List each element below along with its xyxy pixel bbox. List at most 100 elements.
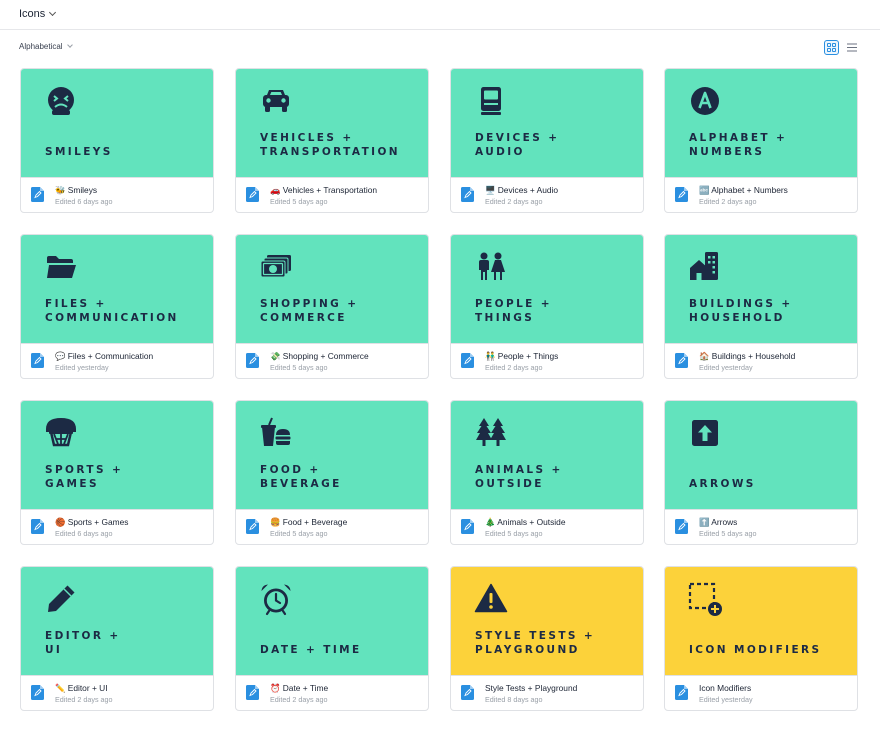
card-thumbnail-title: EDITOR + UI [45, 630, 121, 656]
trees-icon [473, 415, 509, 451]
file-card[interactable]: ARROWS ⬆️ Arrows Edited 5 days ago [664, 400, 858, 545]
figma-file-icon [675, 353, 688, 368]
card-thumbnail-title: PEOPLE + THINGS [475, 298, 553, 324]
card-thumbnail-title: STYLE TESTS + PLAYGROUND [475, 630, 596, 656]
edited-time: Edited 2 days ago [55, 695, 113, 704]
file-name: 💸 Shopping + Commerce [270, 351, 369, 361]
pencil-icon [43, 581, 79, 617]
edited-time: Edited yesterday [55, 363, 109, 372]
figma-file-icon [461, 187, 474, 202]
file-name: 💬 Files + Communication [55, 351, 154, 361]
figma-file-icon [675, 685, 688, 700]
figma-file-icon [675, 519, 688, 534]
file-card[interactable]: FILES + COMMUNICATION 💬 Files + Communica… [20, 234, 214, 379]
card-meta: 💸 Shopping + Commerce Edited 5 days ago [236, 345, 428, 378]
car-icon [258, 83, 294, 119]
figma-file-icon [31, 685, 44, 700]
list-view-button[interactable] [844, 40, 859, 55]
file-card[interactable]: STYLE TESTS + PLAYGROUND Style Tests + Pl… [450, 566, 644, 711]
file-card[interactable]: SHOPPING + COMMERCE 💸 Shopping + Commerce… [235, 234, 429, 379]
file-card[interactable]: ANIMALS + OUTSIDE 🎄 Animals + Outside Edit… [450, 400, 644, 545]
letter-a-icon [687, 83, 723, 119]
sort-dropdown[interactable]: Alphabetical [19, 42, 73, 51]
file-card[interactable]: SPORTS + GAMES 🏀 Sports + Games Edited 6 d… [20, 400, 214, 545]
card-thumbnail: FILES + COMMUNICATION [21, 235, 213, 344]
card-meta: 🔤 Alphabet + Numbers Edited 2 days ago [665, 179, 857, 212]
folder-icon [43, 249, 79, 285]
file-name: 🚗 Vehicles + Transportation [270, 185, 378, 195]
folder-title: Icons [19, 8, 46, 20]
edited-time: Edited yesterday [699, 363, 753, 372]
file-name: 🖥️ Devices + Audio [485, 185, 559, 195]
figma-file-icon [246, 519, 259, 534]
file-card[interactable]: DATE + TIME ⏰ Date + Time Edited 2 days ag… [235, 566, 429, 711]
edited-time: Edited 2 days ago [699, 197, 757, 206]
card-meta: Icon Modifiers Edited yesterday [665, 677, 857, 710]
grid-view-button[interactable] [824, 40, 839, 55]
file-card[interactable]: PEOPLE + THINGS 👬 People + Things Edited 2… [450, 234, 644, 379]
file-card[interactable]: EDITOR + UI ✏️ Editor + UI Edited 2 days a… [20, 566, 214, 711]
card-meta: 🎄 Animals + Outside Edited 5 days ago [451, 511, 643, 544]
arrow-up-icon [687, 415, 723, 451]
card-meta: 🖥️ Devices + Audio Edited 2 days ago [451, 179, 643, 212]
edited-time: Edited 5 days ago [699, 529, 757, 538]
card-thumbnail-title: SHOPPING + COMMERCE [260, 298, 359, 324]
edited-time: Edited 6 days ago [55, 197, 113, 206]
card-thumbnail-title: SPORTS + GAMES [45, 464, 124, 490]
card-thumbnail: BUILDINGS + HOUSEHOLD [665, 235, 857, 344]
figma-file-icon [31, 519, 44, 534]
card-thumbnail: PEOPLE + THINGS [451, 235, 643, 344]
edited-time: Edited 5 days ago [270, 529, 328, 538]
sort-label: Alphabetical [19, 42, 63, 51]
card-meta: 🚗 Vehicles + Transportation Edited 5 days… [236, 179, 428, 212]
figma-file-icon [31, 187, 44, 202]
basketball-hoop-icon [43, 415, 79, 451]
file-card[interactable]: VEHICLES + TRANSPORTATION 🚗 Vehicles + Tr… [235, 68, 429, 213]
figma-file-icon [246, 685, 259, 700]
file-card[interactable]: ALPHABET + NUMBERS 🔤 Alphabet + Numbers Ed… [664, 68, 858, 213]
grid-icon [827, 43, 836, 52]
card-thumbnail: DATE + TIME [236, 567, 428, 676]
edited-time: Edited 8 days ago [485, 695, 543, 704]
card-thumbnail-title: SMILEYS [45, 146, 113, 158]
chevron-down-icon [49, 8, 57, 17]
warning-icon [473, 581, 509, 617]
file-name: 🎄 Animals + Outside [485, 517, 566, 527]
file-card[interactable]: DEVICES + AUDIO 🖥️ Devices + Audio Edited … [450, 68, 644, 213]
card-thumbnail: STYLE TESTS + PLAYGROUND [451, 567, 643, 676]
card-thumbnail-title: FOOD + BEVERAGE [260, 464, 342, 490]
card-meta: ✏️ Editor + UI Edited 2 days ago [21, 677, 213, 710]
edited-time: Edited 2 days ago [270, 695, 328, 704]
money-icon [258, 249, 294, 285]
file-card[interactable]: FOOD + BEVERAGE 🍔 Food + Beverage Edited 5… [235, 400, 429, 545]
top-bar: Icons [0, 0, 880, 30]
card-meta: Style Tests + Playground Edited 8 days ag… [451, 677, 643, 710]
card-meta: 🐝 Smileys Edited 6 days ago [21, 179, 213, 212]
card-thumbnail: SPORTS + GAMES [21, 401, 213, 510]
card-meta: 👬 People + Things Edited 2 days ago [451, 345, 643, 378]
card-thumbnail-title: DATE + TIME [260, 644, 362, 656]
card-thumbnail: ALPHABET + NUMBERS [665, 69, 857, 178]
card-thumbnail-title: VEHICLES + TRANSPORTATION [260, 132, 400, 158]
edited-time: Edited 5 days ago [270, 197, 328, 206]
folder-title-dropdown[interactable]: Icons [19, 8, 57, 20]
file-card[interactable]: ICON MODIFIERS Icon Modifiers Edited yeste… [664, 566, 858, 711]
card-thumbnail: ANIMALS + OUTSIDE [451, 401, 643, 510]
card-thumbnail-title: BUILDINGS + HOUSEHOLD [689, 298, 793, 324]
computer-icon [473, 83, 509, 119]
buildings-icon [687, 249, 723, 285]
smiley-icon [43, 83, 79, 119]
edited-time: Edited 6 days ago [55, 529, 113, 538]
add-selection-icon [687, 581, 723, 617]
file-name: ⏰ Date + Time [270, 683, 329, 693]
card-thumbnail-title: ARROWS [689, 478, 756, 490]
file-name: 🏀 Sports + Games [55, 517, 129, 527]
card-thumbnail-title: FILES + COMMUNICATION [45, 298, 179, 324]
file-name: ⬆️ Arrows [699, 517, 738, 527]
chevron-down-icon [66, 42, 73, 48]
file-name: ✏️ Editor + UI [55, 683, 108, 693]
card-meta: 🍔 Food + Beverage Edited 5 days ago [236, 511, 428, 544]
file-card[interactable]: BUILDINGS + HOUSEHOLD 🏠 Buildings + House… [664, 234, 858, 379]
card-meta: ⬆️ Arrows Edited 5 days ago [665, 511, 857, 544]
file-card[interactable]: SMILEYS 🐝 Smileys Edited 6 days ago [20, 68, 214, 213]
